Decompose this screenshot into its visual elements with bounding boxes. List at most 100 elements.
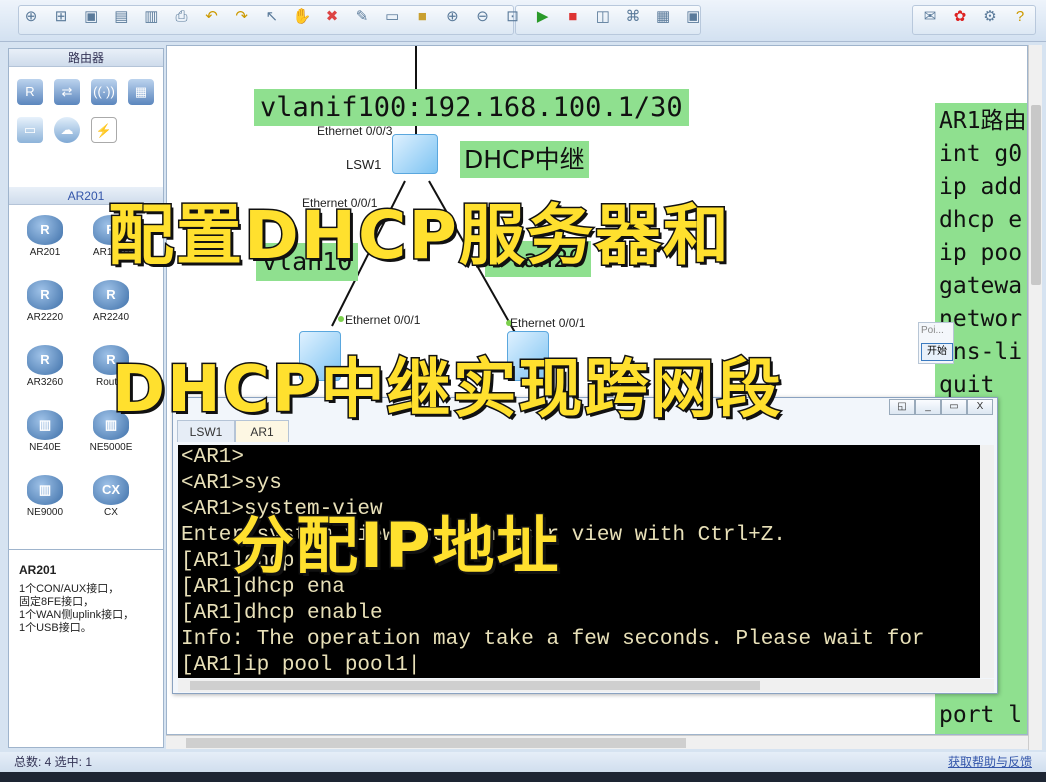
- port-label: Ethernet 0/0/1: [510, 316, 586, 330]
- note-line: port l: [939, 702, 1023, 728]
- pan-hand-icon[interactable]: ✋: [292, 7, 312, 27]
- help-feedback-link[interactable]: 获取帮助与反馈: [948, 752, 1032, 772]
- restore-icon[interactable]: ◱: [889, 399, 915, 415]
- delete-link-icon[interactable]: ✎: [352, 7, 372, 27]
- device-info-line: 固定8FE接口，: [19, 596, 95, 608]
- device-label: AR3260: [26, 377, 64, 388]
- device-label: AR2220: [26, 312, 64, 323]
- maximize-icon[interactable]: ▭: [941, 399, 967, 415]
- terminal-line: [AR1]dhcp enable: [181, 602, 383, 625]
- overlay-title-line1: 配置DHCP服务器和: [107, 196, 731, 276]
- router-icon: R: [27, 215, 63, 245]
- rectangle-icon[interactable]: ■: [412, 7, 432, 27]
- router-icon: ▥: [27, 410, 63, 440]
- note-line: dhcp e: [939, 207, 1023, 233]
- note-line: AR1路由: [939, 108, 1027, 134]
- device-info-line: 1个CON/AUX接口，: [19, 583, 120, 595]
- terminal-horizontal-scrollbar[interactable]: [178, 679, 994, 692]
- router-icon: R: [27, 280, 63, 310]
- device-item[interactable]: R AR3260: [15, 345, 75, 388]
- terminal-line: <AR1>sys: [181, 472, 282, 495]
- router-category-icon[interactable]: R: [17, 79, 43, 105]
- terminal-line: [AR1]ip pool pool1|: [181, 654, 421, 677]
- device-info: AR201 1个CON/AUX接口， 固定8FE接口， 1个WAN侧uplink…: [9, 549, 163, 747]
- status-bar: 总数: 4 选中: 1 获取帮助与反馈: [0, 752, 1046, 772]
- link-category-icon[interactable]: ⚡: [91, 117, 117, 143]
- switch-name: LSW1: [346, 157, 382, 172]
- device-item[interactable]: R AR2220: [15, 280, 75, 323]
- switch-category-icon[interactable]: ⇄: [54, 79, 80, 105]
- delete-icon[interactable]: ✖: [322, 7, 342, 27]
- port-label: Ethernet 0/0/3: [317, 124, 393, 138]
- switch-lsw1-icon[interactable]: [392, 134, 438, 174]
- open-icon[interactable]: ▣: [81, 7, 101, 27]
- note-line: ip add: [939, 174, 1023, 200]
- topology-icon[interactable]: ⌘: [623, 7, 643, 27]
- screenshot-icon[interactable]: ▣: [683, 7, 703, 27]
- cursor: |: [407, 654, 421, 677]
- undo-icon[interactable]: ↶: [202, 7, 222, 27]
- device-info-line: 1个USB接口。: [19, 622, 92, 634]
- stop-icon[interactable]: ■: [563, 7, 583, 27]
- start-button[interactable]: 开始: [921, 343, 953, 361]
- router-icon: R: [27, 345, 63, 375]
- toolbar: ⊕ ⊞ ▣ ▤ ▥ ⎙ ↶ ↷ ↖ ✋ ✖ ✎ ▭ ■ ⊕ ⊖ ⊡ ▶ ■ ◫ ⌘ ▦ ▣ ✉ ✿ ⚙?: [0, 0, 1046, 42]
- device-label: NE9000: [26, 507, 64, 518]
- port-label: Ethernet 0/0/1: [345, 313, 421, 327]
- zoom-in-icon[interactable]: ⊕: [442, 7, 462, 27]
- new-topology-icon[interactable]: ⊕: [21, 7, 41, 27]
- note-line: gatewa: [939, 273, 1023, 299]
- huawei-icon[interactable]: ✿: [950, 7, 970, 27]
- router-icon: CX: [93, 475, 129, 505]
- minimize-icon[interactable]: _: [915, 399, 941, 415]
- fit-icon[interactable]: ⊡: [503, 7, 523, 27]
- wireless-category-icon[interactable]: ((·)): [91, 79, 117, 105]
- chat-icon[interactable]: ✉: [920, 7, 940, 27]
- capture-popup: Poi... 开始: [918, 322, 954, 364]
- device-item[interactable]: R AR2240: [81, 280, 141, 323]
- device-label: NE40E: [29, 442, 61, 453]
- device-info-title: AR201: [19, 563, 57, 577]
- vlanif-label[interactable]: vlanif100:192.168.100.1/30: [254, 89, 689, 126]
- start-icon[interactable]: ▶: [533, 7, 553, 27]
- category-title: 路由器: [9, 49, 163, 67]
- print-icon[interactable]: ⎙: [172, 7, 192, 27]
- pc-category-icon[interactable]: ▭: [17, 117, 43, 143]
- note-line: int g0: [939, 141, 1023, 167]
- window-controls: ◱ _ ▭ X: [889, 399, 993, 415]
- firewall-category-icon[interactable]: ▦: [128, 79, 154, 105]
- overlay-title-line3: 分配IP地址: [231, 508, 561, 584]
- save-as-icon[interactable]: ▥: [141, 7, 161, 27]
- taskbar-strip: [0, 772, 1046, 782]
- canvas-vertical-scrollbar[interactable]: [1028, 45, 1042, 750]
- status-count: 总数: 4 选中: 1: [14, 755, 93, 769]
- popup-title: Poi...: [921, 325, 944, 336]
- capture-icon[interactable]: ◫: [593, 7, 613, 27]
- close-icon[interactable]: X: [967, 399, 993, 415]
- settings-icon[interactable]: ⚙: [980, 7, 1000, 27]
- terminal-line: <AR1>: [181, 446, 245, 469]
- cloud-category-icon[interactable]: ☁: [54, 117, 80, 143]
- device-item[interactable]: CX CX: [81, 475, 141, 518]
- device-item[interactable]: R AR201: [15, 215, 75, 258]
- text-note-icon[interactable]: ▭: [382, 7, 402, 27]
- dhcp-relay-label[interactable]: DHCP中继: [460, 141, 589, 178]
- note-line: ip poo: [939, 240, 1023, 266]
- overlay-title-line2: DHCP中继实现跨网段: [111, 352, 783, 429]
- select-icon[interactable]: ↖: [262, 7, 282, 27]
- save-icon[interactable]: ▤: [111, 7, 131, 27]
- zoom-out-icon[interactable]: ⊖: [473, 7, 493, 27]
- device-item[interactable]: ▥ NE40E: [15, 410, 75, 453]
- device-label: AR2240: [92, 312, 130, 323]
- help-icon[interactable]: ?: [1010, 7, 1030, 27]
- router-icon: R: [93, 280, 129, 310]
- device-label: CX: [104, 507, 118, 518]
- new-template-icon[interactable]: ⊞: [51, 7, 71, 27]
- grid-icon[interactable]: ▦: [653, 7, 673, 27]
- router-icon: ▥: [27, 475, 63, 505]
- device-label: AR201: [29, 247, 61, 258]
- terminal-vertical-scrollbar[interactable]: [980, 445, 994, 678]
- device-item[interactable]: ▥ NE9000: [15, 475, 75, 518]
- canvas-horizontal-scrollbar[interactable]: [166, 735, 1028, 749]
- redo-icon[interactable]: ↷: [232, 7, 252, 27]
